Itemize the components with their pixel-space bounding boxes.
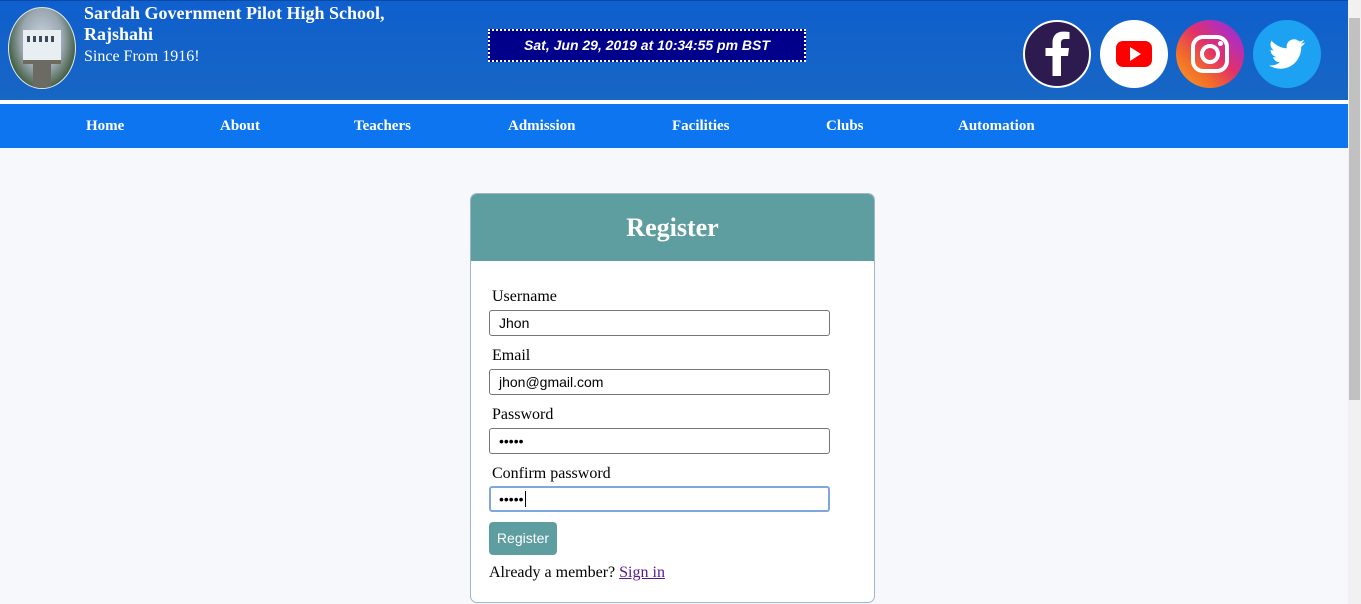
- school-name: Sardah Government Pilot High School, Raj…: [84, 3, 385, 44]
- nav-about[interactable]: About: [220, 104, 260, 148]
- nav-teachers[interactable]: Teachers: [354, 104, 411, 148]
- email-input[interactable]: jhon@gmail.com: [489, 369, 830, 395]
- username-input[interactable]: Jhon: [489, 310, 830, 336]
- youtube-icon[interactable]: [1100, 20, 1168, 88]
- register-title: Register: [471, 194, 874, 261]
- site-header: Sardah Government Pilot High School, Raj…: [0, 0, 1348, 101]
- nav-home[interactable]: Home: [86, 104, 124, 148]
- twitter-icon[interactable]: [1253, 20, 1321, 88]
- facebook-icon[interactable]: [1023, 20, 1091, 88]
- email-label: Email: [492, 347, 531, 364]
- datetime-display: Sat, Jun 29, 2019 at 10:34:55 pm BST: [488, 29, 806, 62]
- main-nav: Home About Teachers Admission Facilities…: [0, 104, 1348, 148]
- password-label: Password: [492, 406, 554, 423]
- text-caret: [524, 491, 526, 507]
- instagram-icon[interactable]: [1176, 20, 1244, 88]
- nav-clubs[interactable]: Clubs: [826, 104, 864, 148]
- since-text: Since From 1916!: [84, 48, 200, 65]
- nav-admission[interactable]: Admission: [508, 104, 576, 148]
- register-card: Register Username Jhon Email jhon@gmail.…: [470, 193, 875, 603]
- password-input[interactable]: •••••: [489, 428, 830, 454]
- sign-in-link[interactable]: Sign in: [619, 564, 665, 581]
- username-label: Username: [492, 288, 557, 305]
- nav-facilities[interactable]: Facilities: [672, 104, 729, 148]
- member-prompt: Already a member? Sign in: [489, 564, 665, 582]
- confirm-password-value: •••••: [499, 491, 524, 507]
- confirm-password-input[interactable]: •••••: [489, 486, 830, 512]
- scrollbar-thumb[interactable]: [1349, 18, 1360, 400]
- school-logo: [8, 7, 76, 89]
- confirm-password-label: Confirm password: [492, 465, 611, 482]
- nav-automation[interactable]: Automation: [958, 104, 1035, 148]
- member-text: Already a member?: [489, 564, 616, 581]
- register-button[interactable]: Register: [489, 522, 557, 555]
